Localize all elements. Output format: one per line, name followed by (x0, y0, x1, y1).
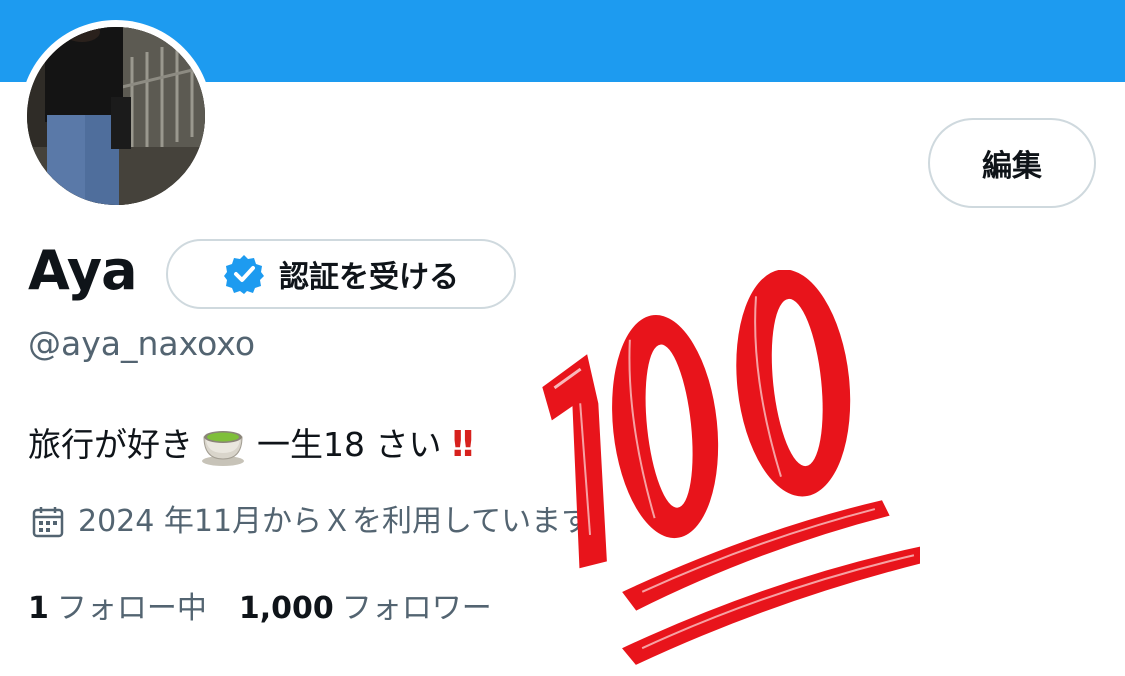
profile-handle: @aya_naxoxo (28, 324, 256, 363)
followers-link[interactable]: 1,000 フォロワー (239, 586, 492, 632)
calendar-icon (30, 504, 66, 540)
edit-profile-button[interactable]: 編集 (928, 118, 1096, 208)
hundred-points-sticker-icon (540, 269, 927, 670)
profile-page: 編集 Aya 認証を受ける @aya_naxoxo 旅行が好き 一生18 さい … (0, 0, 1125, 676)
followers-label: フォロワー (341, 591, 492, 626)
following-link[interactable]: 1 フォロー中 (28, 586, 207, 632)
joined-date: 2024 年11月からＸを利用しています (30, 499, 591, 545)
follow-stats: 1 フォロー中 1,000 フォロワー (28, 586, 492, 632)
joined-text: 2024 年11月からＸを利用しています (78, 504, 592, 539)
profile-bio: 旅行が好き 一生18 さい !! (28, 420, 476, 470)
bio-suffix: 一生18 さい (257, 425, 442, 464)
teacup-emoji-icon (199, 423, 247, 467)
bio-text: 旅行が好き (28, 425, 193, 464)
avatar[interactable] (20, 20, 212, 212)
verified-badge-icon (223, 253, 265, 295)
followers-count: 1,000 (238, 591, 334, 626)
avatar-photo (27, 27, 205, 205)
following-label: フォロー中 (56, 591, 207, 626)
double-exclamation-emoji-icon: !! (449, 424, 476, 465)
get-verified-button[interactable]: 認証を受ける (166, 239, 516, 309)
profile-name: Aya (28, 239, 138, 302)
get-verified-label: 認証を受ける (279, 260, 459, 295)
following-count: 1 (28, 591, 49, 626)
